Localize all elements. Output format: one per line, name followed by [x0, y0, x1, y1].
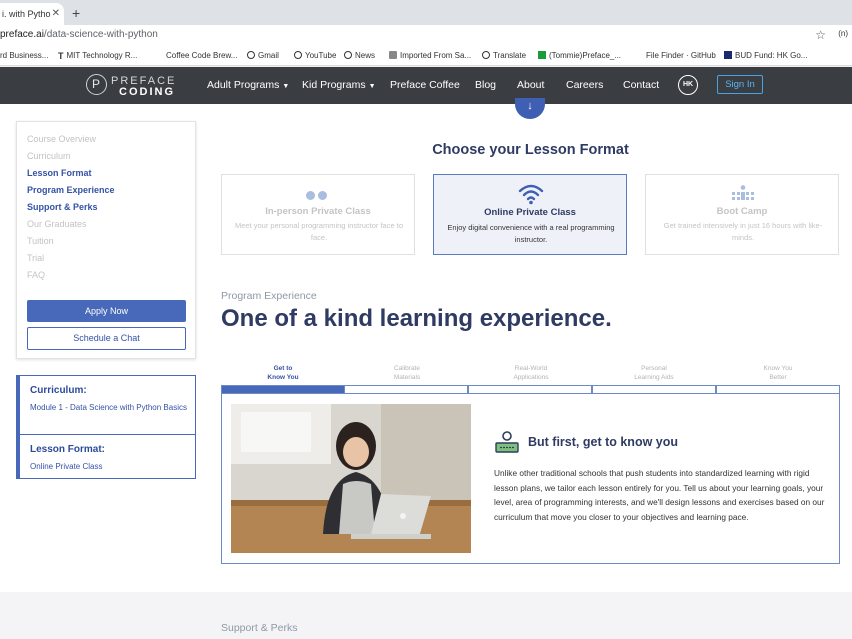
card-desc: Enjoy digital convenience with a real pr… — [447, 223, 615, 244]
sidebar-item-trial[interactable]: Trial — [27, 253, 44, 263]
panel-title: But first, get to know you — [528, 435, 678, 449]
card-online-class[interactable]: Online Private Class Enjoy digital conve… — [433, 174, 627, 255]
student-laptop-photo — [231, 404, 471, 553]
curriculum-heading: Curriculum: — [30, 385, 87, 396]
selection-summary: Curriculum: Module 1 - Data Science with… — [16, 375, 196, 479]
youtube-icon — [294, 51, 302, 59]
bookmark-item[interactable]: Gmail — [247, 51, 279, 60]
bookmark-item[interactable]: rd Business... — [0, 51, 48, 60]
step-real-world-applications[interactable]: Real-World Applications — [469, 364, 593, 382]
card-title: In-person Private Class — [265, 206, 371, 217]
bookmark-item[interactable]: Coffee Code Brew... — [166, 51, 237, 60]
nav-adult-programs[interactable]: Adult Programs ▼ — [207, 79, 289, 91]
support-perks-section: Support & Perks — [0, 592, 852, 639]
user-avatar[interactable]: HK — [678, 75, 698, 95]
card-desc: Get trained intensively in just 16 hours… — [663, 221, 823, 242]
step-personal-learning-aids[interactable]: Personal Learning Aids — [592, 364, 716, 382]
address-bar[interactable]: preface.ai/data-science-with-python ☆ (n… — [0, 25, 852, 45]
group-dots-icon — [732, 185, 754, 200]
url-text[interactable]: preface.ai/data-science-with-python — [0, 29, 158, 40]
step-panel: But first, get to know you Unlike other … — [221, 394, 840, 564]
step-bar[interactable] — [468, 385, 592, 394]
course-sidebar: Course Overview Curriculum Lesson Format… — [16, 121, 196, 359]
logo-icon[interactable] — [86, 74, 107, 95]
browser-tabstrip: i. with Pytho ✕ + — [0, 0, 852, 25]
program-experience-heading: One of a kind learning experience. — [221, 305, 612, 332]
sidebar-item-curriculum[interactable]: Curriculum — [27, 151, 71, 161]
support-perks-label: Support & Perks — [221, 622, 298, 634]
site-navbar: PREFACE CODING Adult Programs▼ Kid Progr… — [0, 67, 852, 104]
url-path: /data-science-with-python — [43, 29, 158, 40]
sidebar-item-program-experience[interactable]: Program Experience — [27, 185, 115, 195]
person-computer-icon — [495, 431, 519, 453]
news-icon — [344, 51, 352, 59]
lesson-format-title: Choose your Lesson Format — [432, 142, 629, 158]
sidebar-item-course-overview[interactable]: Course Overview — [27, 134, 96, 144]
close-icon[interactable]: ✕ — [52, 3, 60, 25]
caret-down-icon: ▼ — [368, 83, 376, 90]
bookmark-item[interactable]: BUD Fund: HK Go... — [724, 51, 807, 60]
sidebar-item-lesson-format[interactable]: Lesson Format — [27, 168, 92, 178]
bookmark-item[interactable]: YouTube — [294, 51, 336, 60]
sign-in-button[interactable]: Sign In — [717, 75, 763, 94]
step-get-to-know-you[interactable]: Get to Know You — [221, 364, 345, 382]
page-content: ↓ Course Overview Curriculum Lesson Form… — [0, 98, 852, 639]
program-experience-label: Program Experience — [221, 290, 317, 302]
card-title: Boot Camp — [716, 206, 768, 217]
card-title: Online Private Class — [484, 207, 576, 218]
sidebar-item-faq[interactable]: FAQ — [27, 270, 45, 280]
nav-contact[interactable]: Contact — [623, 79, 659, 91]
sidebar-item-our-graduates[interactable]: Our Graduates — [27, 219, 87, 229]
step-calibrate-materials[interactable]: Calibrate Materials — [345, 364, 469, 382]
nav-careers[interactable]: Careers — [566, 79, 603, 91]
bookmark-item[interactable]: Translate — [482, 51, 526, 60]
gmail-icon — [247, 51, 255, 59]
bookmark-item[interactable]: T MIT Technology R... — [58, 51, 137, 61]
panel-body: Unlike other traditional schools that pu… — [494, 468, 825, 522]
nav-about[interactable]: About — [517, 79, 544, 91]
bookmark-item[interactable]: Imported From Sa... — [389, 51, 471, 60]
new-tab-icon[interactable]: + — [72, 5, 80, 21]
sheets-icon — [538, 51, 546, 59]
card-desc: Meet your personal programming instructo… — [235, 221, 403, 242]
card-in-person-class[interactable]: In-person Private Class Meet your person… — [221, 174, 415, 255]
extension-icon[interactable]: (n) — [838, 29, 848, 38]
logo-line2[interactable]: CODING — [119, 86, 175, 98]
bookmark-item[interactable]: File Finder · GitHub — [646, 51, 716, 60]
sidebar-item-support-perks[interactable]: Support & Perks — [27, 202, 98, 212]
divider — [20, 434, 195, 435]
url-host: preface.ai — [0, 29, 44, 40]
lesson-format-value[interactable]: Online Private Class — [30, 460, 190, 474]
sidebar-item-tuition[interactable]: Tuition — [27, 236, 54, 246]
tab-title: i. with Pytho — [2, 9, 51, 19]
arrow-down-icon[interactable]: ↓ — [515, 98, 545, 119]
step-know-you-better[interactable]: Know You Better — [716, 364, 840, 382]
bookmarks-bar: rd Business... T MIT Technology R... Coff… — [0, 45, 852, 66]
browser-tab[interactable]: i. with Pytho ✕ — [0, 3, 64, 25]
two-dots-icon — [306, 189, 330, 203]
nav-kid-programs[interactable]: Kid Programs ▼ — [302, 79, 376, 91]
curriculum-value[interactable]: Module 1 - Data Science with Python Basi… — [30, 401, 190, 415]
card-boot-camp[interactable]: Boot Camp Get trained intensively in jus… — [645, 174, 839, 255]
bookmark-item[interactable]: News — [344, 51, 375, 60]
step-bar[interactable] — [716, 385, 840, 394]
step-bar[interactable] — [592, 385, 716, 394]
caret-down-icon: ▼ — [282, 83, 290, 90]
translate-icon — [482, 51, 490, 59]
schedule-chat-button[interactable]: Schedule a Chat — [27, 327, 186, 350]
wifi-icon — [518, 184, 544, 205]
mit-icon: T — [58, 51, 64, 61]
folder-icon — [389, 51, 397, 59]
nav-blog[interactable]: Blog — [475, 79, 496, 91]
bookmark-star-icon[interactable]: ☆ — [815, 28, 826, 42]
step-bar-active[interactable] — [221, 385, 345, 394]
lesson-format-heading: Lesson Format: — [30, 444, 106, 455]
experience-steps: Get to Know You Calibrate Materials Real-W… — [221, 364, 840, 394]
apply-now-button[interactable]: Apply Now — [27, 300, 186, 322]
bookmark-item[interactable]: (Tommie)Preface_... — [538, 51, 621, 60]
nav-preface-coffee[interactable]: Preface Coffee — [390, 79, 460, 91]
bud-icon — [724, 51, 732, 59]
step-bar[interactable] — [344, 385, 468, 394]
